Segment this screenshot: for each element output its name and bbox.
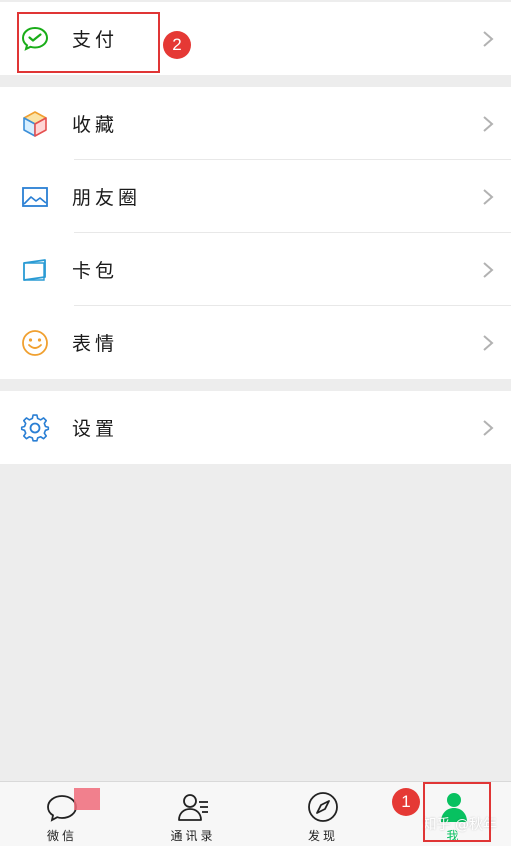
tab-chats-label: 微信	[46, 829, 77, 843]
highlight-box-pay	[17, 12, 160, 73]
settings-group: 设置	[0, 391, 511, 464]
tab-contacts[interactable]: 通讯录	[153, 782, 233, 846]
highlight-box-me-tab	[423, 782, 491, 842]
card-wallet-icon	[20, 255, 50, 285]
menu-item-moments-label: 朋友圈	[72, 187, 142, 209]
annotation-badge-1: 1	[392, 788, 420, 816]
chevron-right-icon	[483, 261, 494, 278]
chevron-right-icon	[483, 334, 494, 351]
menu-item-settings-label: 设置	[72, 418, 119, 440]
tab-discover[interactable]: 发现	[283, 782, 363, 846]
compass-icon	[308, 792, 338, 822]
menu-item-card-wallet-label: 卡包	[72, 260, 119, 282]
smiley-icon	[20, 328, 50, 358]
menu-item-stickers[interactable]: 表情	[0, 306, 511, 379]
moments-image-icon	[20, 182, 50, 212]
tab-discover-label: 发现	[307, 829, 338, 843]
menu-item-stickers-label: 表情	[72, 333, 119, 355]
menu-item-card-wallet[interactable]: 卡包	[0, 233, 511, 306]
chevron-right-icon	[483, 188, 494, 205]
chevron-right-icon	[483, 30, 494, 47]
section-gap	[0, 379, 511, 391]
menu-item-favorites-label: 收藏	[72, 114, 119, 136]
main-menu-group: 收藏 朋友圈 卡包 表情	[0, 87, 511, 379]
section-gap	[0, 75, 511, 87]
menu-item-settings[interactable]: 设置	[0, 391, 511, 464]
chevron-right-icon	[483, 419, 494, 436]
favorites-cube-icon	[20, 109, 50, 139]
chevron-right-icon	[483, 115, 494, 132]
menu-item-moments[interactable]: 朋友圈	[0, 160, 511, 233]
menu-item-favorites[interactable]: 收藏	[0, 87, 511, 160]
tab-contacts-label: 通讯录	[170, 829, 216, 843]
gear-icon	[20, 413, 50, 443]
red-mark-overlay	[74, 788, 100, 810]
annotation-badge-2: 2	[163, 31, 191, 59]
contacts-icon	[178, 794, 208, 821]
